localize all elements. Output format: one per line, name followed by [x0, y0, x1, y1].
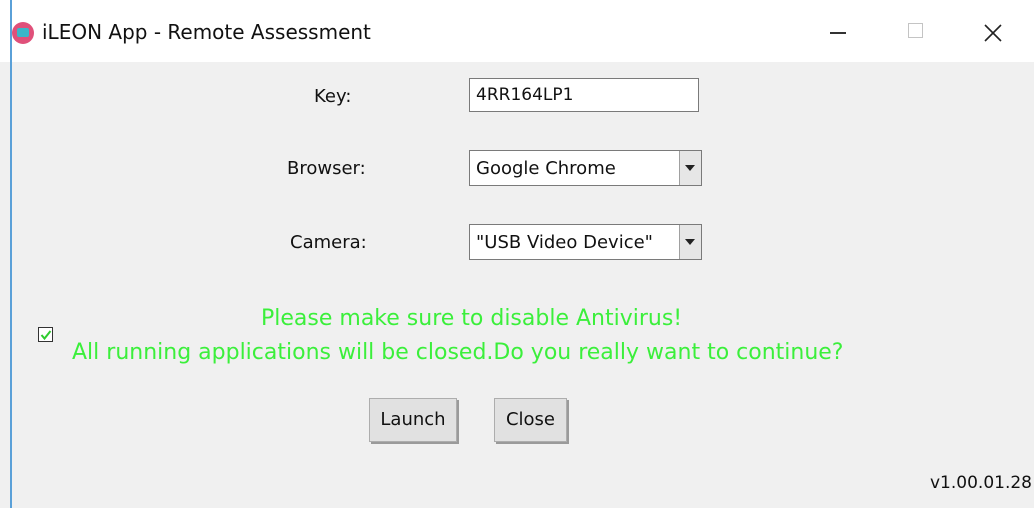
close-icon [984, 24, 1002, 42]
camera-select-value: "USB Video Device" [476, 232, 653, 253]
continue-warning: All running applications will be closed.… [72, 340, 844, 365]
window-close-button[interactable] [958, 8, 1028, 54]
checkmark-icon [40, 330, 52, 341]
app-window: iLEON App - Remote Assessment Key: 4RR16… [0, 0, 1034, 508]
dropdown-arrow-icon[interactable] [679, 225, 701, 259]
app-icon [12, 22, 34, 44]
key-input[interactable]: 4RR164LP1 [469, 78, 699, 112]
confirm-checkbox[interactable] [38, 327, 53, 342]
browser-label: Browser: [287, 158, 366, 179]
maximize-button[interactable] [880, 8, 950, 54]
dropdown-arrow-icon[interactable] [679, 151, 701, 185]
close-button[interactable]: Close [494, 398, 567, 442]
launch-button[interactable]: Launch [369, 398, 457, 442]
version-label: v1.00.01.28 [930, 473, 1032, 493]
browser-select-value: Google Chrome [476, 158, 616, 179]
window-title: iLEON App - Remote Assessment [42, 20, 371, 44]
window-left-border [10, 0, 12, 508]
browser-select[interactable]: Google Chrome [469, 150, 702, 186]
minimize-button[interactable] [803, 8, 873, 54]
antivirus-warning: Please make sure to disable Antivirus! [261, 306, 683, 331]
key-label: Key: [314, 86, 352, 107]
camera-label: Camera: [290, 232, 367, 253]
title-bar[interactable]: iLEON App - Remote Assessment [0, 0, 1034, 62]
camera-select[interactable]: "USB Video Device" [469, 224, 702, 260]
